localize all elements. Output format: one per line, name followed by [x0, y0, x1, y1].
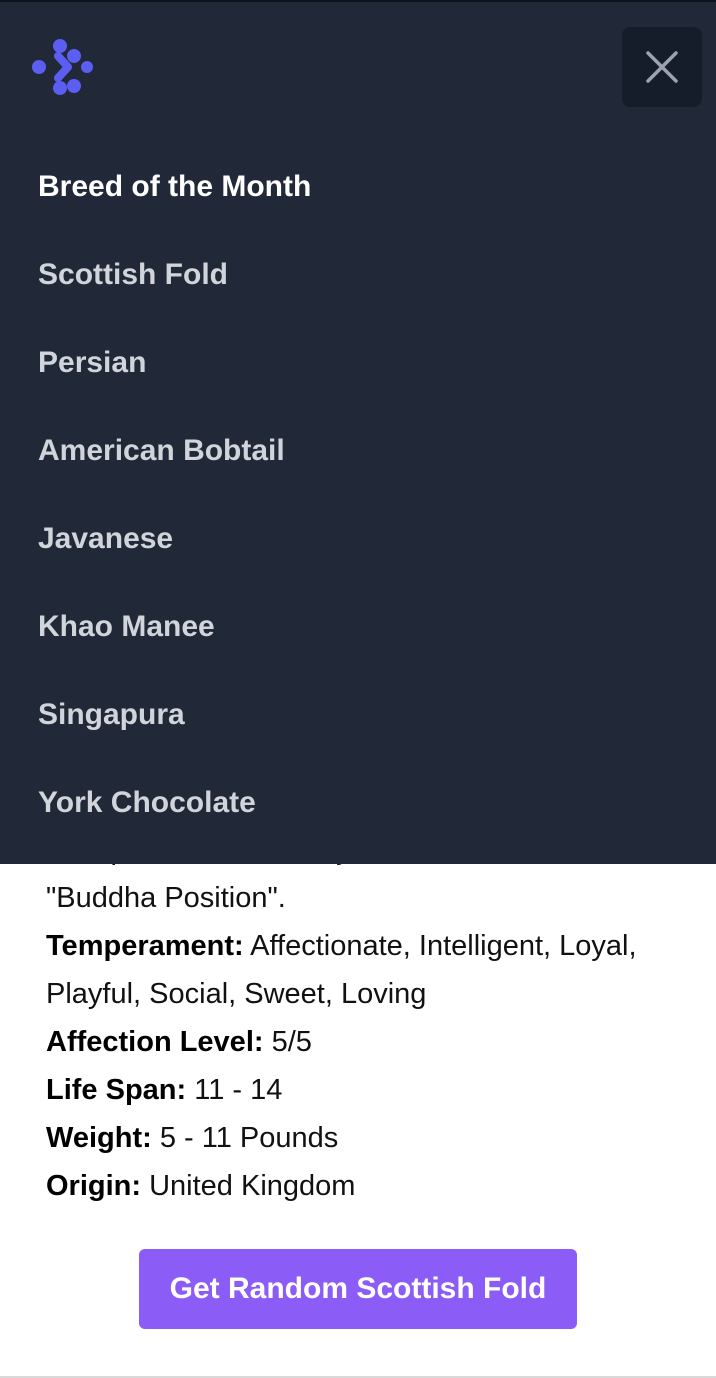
origin-label: Origin:	[46, 1170, 142, 1202]
affection-value: 5/5	[263, 1026, 312, 1058]
weight-label: Weight:	[46, 1122, 152, 1154]
nav-item-breed-of-the-month[interactable]: Breed of the Month	[38, 143, 311, 231]
lifespan-value: 11 - 14	[186, 1074, 283, 1106]
temperament-row: Temperament: Affectionate, Intelligent, …	[46, 922, 656, 1018]
nav-item-york-chocolate[interactable]: York Chocolate	[38, 759, 311, 847]
nav-item-persian[interactable]: Persian	[38, 319, 311, 407]
weight-value: 5 - 11 Pounds	[151, 1122, 339, 1154]
lifespan-row: Life Span: 11 - 14	[46, 1066, 656, 1114]
mobile-menu: Breed of the Month Scottish Fold Persian…	[0, 0, 716, 864]
nav-item-american-bobtail[interactable]: American Bobtail	[38, 407, 311, 495]
description-end: "Buddha Position".	[46, 882, 286, 914]
cta-container: Get Random Scottish Fold	[0, 1249, 716, 1329]
close-icon	[646, 51, 678, 83]
temperament-label: Temperament:	[46, 930, 244, 962]
affection-label: Affection Level:	[46, 1026, 264, 1058]
get-random-breed-button[interactable]: Get Random Scottish Fold	[139, 1249, 577, 1329]
lifespan-label: Life Span:	[46, 1074, 187, 1106]
nav-item-singapura[interactable]: Singapura	[38, 671, 311, 759]
nav-item-javanese[interactable]: Javanese	[38, 495, 311, 583]
origin-value: United Kingdom	[141, 1170, 356, 1202]
weight-row: Weight: 5 - 11 Pounds	[46, 1114, 656, 1162]
origin-row: Origin: United Kingdom	[46, 1162, 656, 1210]
nav-item-scottish-fold[interactable]: Scottish Fold	[38, 231, 311, 319]
breed-nav: Breed of the Month Scottish Fold Persian…	[38, 143, 311, 847]
close-menu-button[interactable]	[622, 27, 702, 107]
dots-logo-icon[interactable]	[30, 38, 94, 96]
breed-details: their paws on their belly. This is calle…	[46, 826, 656, 1210]
nav-item-khao-manee[interactable]: Khao Manee	[38, 583, 311, 671]
affection-row: Affection Level: 5/5	[46, 1018, 656, 1066]
